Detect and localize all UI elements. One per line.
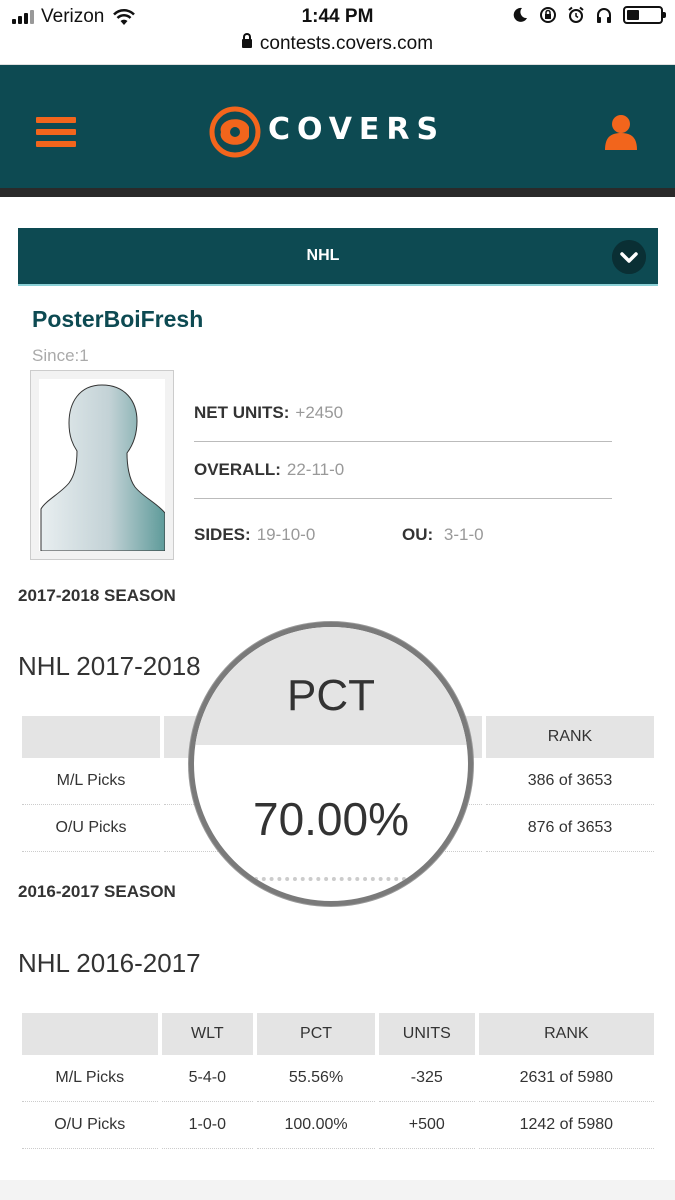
table-title-2017: NHL 2017-2018 — [18, 651, 201, 681]
page-footer-strip — [0, 1180, 675, 1200]
magnified-pct-value: 70.00% — [252, 793, 409, 845]
ou-value: 3-1-0 — [443, 525, 484, 544]
col-header-units: UNITS — [378, 1013, 475, 1055]
rotation-lock-icon — [540, 7, 556, 23]
alarm-icon — [568, 6, 584, 23]
sides-label: SIDES: — [194, 525, 251, 544]
ou-label: OU: — [402, 525, 434, 544]
magnified-header: PCT — [194, 627, 468, 745]
pick-type: O/U Picks — [22, 1102, 158, 1149]
table-header-row: WLT PCT UNITS RANK — [22, 1013, 654, 1055]
ou-stat: OU: 3-1-0 — [402, 525, 484, 545]
col-header — [22, 716, 160, 758]
league-dropdown[interactable]: NHL — [18, 228, 658, 286]
menu-icon[interactable] — [36, 117, 76, 147]
member-since: Since:1 — [32, 346, 89, 365]
avatar — [30, 370, 174, 560]
lock-icon — [241, 33, 252, 48]
stats-table-2016: WLT PCT UNITS RANK M/L Picks 5-4-0 55.56… — [18, 1013, 658, 1149]
address-bar[interactable]: contests.covers.com — [0, 33, 675, 55]
sides-value: 19-10-0 — [256, 525, 316, 544]
pct-value: 55.56% — [257, 1055, 375, 1102]
pick-type: M/L Picks — [22, 1055, 158, 1102]
header-divider — [0, 188, 675, 197]
col-header-rank: RANK — [478, 1013, 654, 1055]
rank-value: 1242 of 5980 — [478, 1102, 654, 1149]
season-heading-2016: 2016-2017 SEASON — [18, 882, 176, 901]
pct-value: 100.00% — [257, 1102, 375, 1149]
headphones-icon — [597, 8, 611, 23]
net-units-value: +2450 — [295, 403, 344, 422]
username: PosterBoiFresh — [32, 306, 204, 332]
units-value: +500 — [378, 1102, 475, 1149]
col-header-wlt: WLT — [161, 1013, 254, 1055]
season-heading-2017: 2017-2018 SEASON — [18, 586, 176, 605]
table-row: O/U Picks 1-0-0 100.00% +500 1242 of 598… — [22, 1102, 654, 1149]
avatar-silhouette-icon — [40, 384, 166, 552]
rank-value: 876 of 3653 — [486, 805, 654, 852]
covers-logo-icon — [209, 106, 261, 158]
chevron-down-icon[interactable] — [612, 240, 646, 274]
profile-stats: NET UNITS: +2450 OVERALL: 22-11-0 SIDES:… — [194, 385, 612, 571]
pick-type: M/L Picks — [22, 758, 160, 805]
rank-value: 2631 of 5980 — [478, 1055, 654, 1102]
magnified-row-divider — [254, 877, 414, 881]
overall-row: OVERALL: 22-11-0 — [194, 442, 612, 499]
status-icons — [511, 6, 666, 24]
site-header: COVERS — [0, 65, 675, 188]
col-header — [22, 1013, 158, 1055]
magnifier-loupe: PCT 70.00% — [189, 622, 473, 906]
league-label: NHL — [306, 247, 340, 264]
net-units-label: NET UNITS: — [194, 403, 290, 422]
table-title-2016: NHL 2016-2017 — [18, 948, 201, 978]
covers-logo[interactable]: COVERS — [208, 104, 470, 160]
wlt-value: 1-0-0 — [161, 1102, 254, 1149]
overall-label: OVERALL: — [194, 460, 281, 479]
sides-ou-row: SIDES: 19-10-0 OU: 3-1-0 — [194, 499, 612, 571]
url-text: contests.covers.com — [259, 33, 434, 54]
logo-text: COVERS — [268, 112, 446, 147]
moon-icon — [513, 7, 527, 22]
magnified-header-label: PCT — [287, 671, 375, 720]
rank-value: 386 of 3653 — [486, 758, 654, 805]
table-row: M/L Picks 5-4-0 55.56% -325 2631 of 5980 — [22, 1055, 654, 1102]
user-icon[interactable] — [603, 113, 639, 151]
battery-icon — [623, 6, 666, 24]
pick-type: O/U Picks — [22, 805, 160, 852]
status-bar: Verizon 1:44 PM contests.covers.com — [0, 0, 675, 65]
overall-value: 22-11-0 — [286, 460, 345, 479]
col-header-pct: PCT — [257, 1013, 375, 1055]
units-value: -325 — [378, 1055, 475, 1102]
wlt-value: 5-4-0 — [161, 1055, 254, 1102]
col-header-rank: RANK — [486, 716, 654, 758]
net-units-row: NET UNITS: +2450 — [194, 385, 612, 442]
